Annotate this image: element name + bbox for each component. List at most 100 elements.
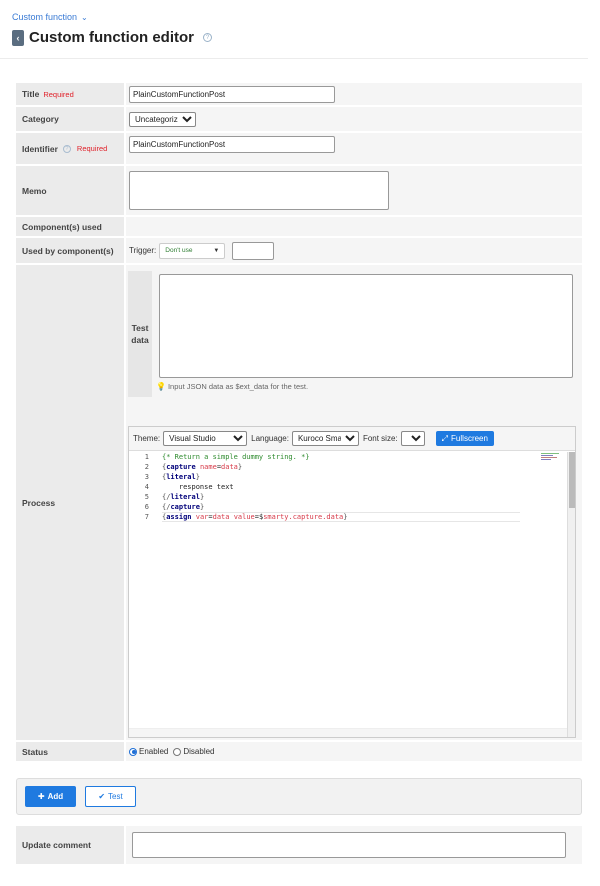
required-badge: Required: [76, 144, 108, 153]
test-button[interactable]: ✔ Test: [85, 786, 136, 807]
process-label: Process: [16, 265, 124, 740]
line-source: {/literal}: [162, 493, 204, 501]
code-area[interactable]: 1 {* Return a simple dummy string. *} 2 {ca…: [129, 452, 567, 727]
code-line[interactable]: 6 {/capture}: [129, 502, 567, 512]
identifier-row: Identifier ? Required: [16, 133, 582, 164]
line-source: {* Return a simple dummy string. *}: [162, 453, 310, 461]
code-token: response text: [162, 483, 234, 491]
line-number: 2: [144, 463, 149, 471]
test-data-textarea[interactable]: [159, 274, 573, 378]
category-select[interactable]: Uncategorized: [129, 111, 196, 127]
code-line[interactable]: 1 {* Return a simple dummy string. *}: [129, 452, 567, 462]
font-size-label: Font size:: [362, 434, 398, 443]
code-token: capture: [170, 503, 200, 511]
memo-textarea[interactable]: [129, 171, 389, 210]
identifier-label-text: Identifier: [22, 143, 58, 154]
title-input[interactable]: [129, 85, 335, 103]
code-token: }: [343, 513, 348, 521]
help-icon[interactable]: ?: [62, 144, 71, 153]
line-number: 4: [144, 483, 149, 491]
language-label: Language:: [251, 434, 289, 443]
used-by-extra-input[interactable]: [232, 241, 275, 260]
title-value-cell: [126, 83, 582, 105]
code-token: capture: [166, 463, 196, 471]
line-source: {literal}: [162, 473, 200, 481]
code-token: {* Return a simple dummy string. *}: [162, 453, 310, 461]
code-token: var: [195, 513, 209, 521]
breadcrumb-label[interactable]: Custom function: [12, 12, 77, 22]
help-icon[interactable]: ?: [203, 33, 212, 42]
identifier-input[interactable]: [129, 136, 335, 153]
check-icon: ✔: [98, 792, 106, 801]
scrollbar-thumb[interactable]: [569, 452, 575, 508]
category-row: Category Uncategorized: [16, 107, 582, 131]
code-token: data: [221, 463, 238, 471]
memo-row: Memo: [16, 166, 582, 215]
vertical-scrollbar[interactable]: [567, 452, 575, 737]
line-source: {capture name=data}: [162, 463, 242, 471]
code-token: literal: [170, 493, 200, 501]
chevron-down-icon[interactable]: ⌄: [81, 13, 88, 22]
fullscreen-label: Fullscreen: [451, 434, 488, 443]
horizontal-scrollbar[interactable]: [129, 728, 567, 737]
update-comment-textarea[interactable]: [132, 832, 566, 858]
line-number: 7: [144, 513, 149, 521]
update-comment-value-cell: [126, 826, 582, 864]
caret-down-icon: ▼: [213, 247, 220, 254]
status-enabled-radio[interactable]: [129, 747, 137, 756]
code-line[interactable]: 4 response text: [129, 482, 567, 492]
title-label-text: Title: [22, 89, 40, 99]
trigger-value: Don't use: [165, 247, 193, 254]
page-header: ‹ Custom function editor ?: [12, 29, 212, 46]
expand-icon: ⤢: [441, 433, 449, 443]
status-disabled-radio[interactable]: [173, 747, 182, 756]
trigger-dropdown[interactable]: Don't use ▼: [159, 242, 226, 259]
memo-label: Memo: [16, 166, 124, 215]
test-button-label: Test: [108, 792, 123, 801]
code-token: smarty.capture.data: [263, 513, 344, 521]
code-token: value: [233, 513, 255, 521]
add-button[interactable]: ✚ Add: [25, 786, 76, 807]
code-token: }: [199, 503, 205, 511]
theme-select[interactable]: Visual Studio: [163, 431, 248, 446]
theme-label: Theme:: [133, 434, 161, 443]
code-token: }: [199, 493, 205, 501]
status-value-cell: Enabled Disabled: [126, 742, 582, 761]
language-select[interactable]: Kuroco Smarty: [291, 431, 359, 446]
status-row: Status Enabled Disabled: [16, 742, 582, 761]
lightbulb-icon: 💡: [156, 382, 166, 391]
used-by-row: Used by component(s) Trigger: Don't use …: [16, 238, 582, 263]
code-line[interactable]: 3 {literal}: [129, 472, 567, 482]
code-token: =$: [254, 513, 264, 521]
category-value-cell: Uncategorized: [126, 107, 582, 131]
status-disabled-label[interactable]: Disabled: [183, 747, 214, 756]
editor-toolbar: Theme: Visual Studio Language: Kuroco Sm…: [129, 427, 575, 451]
code-line[interactable]: 5 {/literal}: [129, 492, 567, 502]
font-size-select[interactable]: 14: [400, 431, 425, 446]
process-value-cell: Test data 💡 Input JSON data as $ext_data…: [126, 265, 582, 740]
line-number: 5: [144, 493, 149, 501]
line-source: {/capture}: [162, 503, 204, 511]
test-data-hint: 💡 Input JSON data as $ext_data for the t…: [156, 382, 308, 391]
line-source: {assign var=data value=$smarty.capture.d…: [162, 513, 348, 521]
code-token: data: [212, 513, 230, 521]
title-label: Title Required: [16, 83, 124, 105]
title-row: Title Required: [16, 83, 582, 105]
fullscreen-button[interactable]: ⤢ Fullscreen: [435, 431, 494, 446]
code-line[interactable]: 2 {capture name=data}: [129, 462, 567, 472]
code-line[interactable]: 7 {assign var=data value=$smarty.capture.…: [129, 512, 567, 522]
status-enabled-label[interactable]: Enabled: [139, 747, 168, 756]
category-label: Category: [16, 107, 124, 131]
status-label: Status: [16, 742, 124, 761]
used-by-label: Used by component(s): [16, 238, 124, 263]
components-used-row: Component(s) used: [16, 217, 582, 236]
update-comment-row: Update comment: [16, 826, 582, 864]
code-token: }: [237, 463, 243, 471]
line-source: response text: [162, 483, 234, 491]
breadcrumb[interactable]: Custom function ⌄: [12, 12, 88, 22]
trigger-label: Trigger:: [129, 246, 157, 255]
line-number: 1: [144, 453, 149, 461]
back-button[interactable]: ‹: [12, 29, 24, 46]
minimap[interactable]: [541, 453, 563, 461]
code-token: name: [199, 463, 217, 471]
